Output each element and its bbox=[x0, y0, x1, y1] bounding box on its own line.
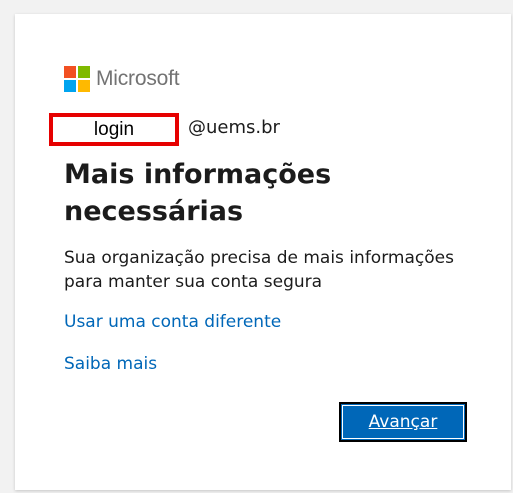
logo-square-blue bbox=[64, 80, 76, 92]
logo-square-yellow bbox=[78, 80, 90, 92]
microsoft-wordmark: Microsoft bbox=[96, 67, 180, 90]
use-other-account-link[interactable]: Usar uma conta diferente bbox=[64, 312, 281, 332]
logo-square-green bbox=[78, 66, 90, 78]
account-domain: @uems.br bbox=[188, 117, 280, 138]
login-highlight-box: login bbox=[49, 113, 179, 146]
microsoft-logo-icon bbox=[64, 66, 90, 92]
next-button[interactable]: Avançar bbox=[339, 402, 467, 442]
page-title: Mais informações necessárias bbox=[64, 159, 332, 227]
microsoft-logo: Microsoft bbox=[64, 66, 180, 92]
learn-more-link[interactable]: Saiba mais bbox=[64, 354, 157, 374]
logo-square-red bbox=[64, 66, 76, 78]
page-description: Sua organização precisa de mais informaç… bbox=[64, 248, 454, 292]
